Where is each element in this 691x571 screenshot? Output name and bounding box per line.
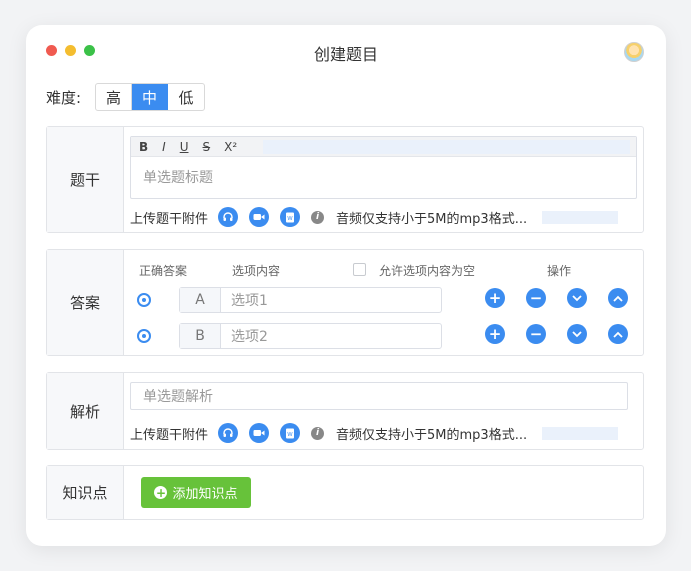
stem-upload-label: 上传题干附件 — [130, 211, 209, 227]
analysis-upload-progress-bar — [542, 426, 619, 440]
svg-text:W: W — [287, 216, 293, 222]
stem-upload-note: 音频仅支持小于5M的mp3格式... — [336, 211, 528, 227]
video-camera-icon[interactable] — [249, 207, 270, 227]
remove-option-button[interactable]: − — [526, 288, 546, 308]
difficulty-high-option[interactable]: 高 — [96, 84, 133, 110]
strikethrough-button[interactable]: S — [203, 140, 211, 154]
info-icon: i — [311, 426, 325, 440]
answer-option-row: B 选项2 + − — [124, 323, 643, 349]
plus-circle-icon: + — [154, 485, 168, 500]
difficulty-segmented-control: 高 中 低 — [95, 83, 206, 111]
option-a-input[interactable]: A 选项1 — [179, 287, 442, 313]
italic-button[interactable]: I — [162, 140, 166, 154]
difficulty-selector: 难度: 高 中 低 — [46, 83, 206, 111]
move-up-button[interactable] — [608, 288, 628, 308]
option-actions: + − — [485, 288, 628, 308]
document-icon[interactable]: W — [280, 207, 301, 227]
allow-empty-checkbox[interactable] — [353, 263, 366, 276]
stem-body: B I U S X² 单选题标题 上传题干附件 W i 音频仅支持小于5M的mp… — [124, 127, 643, 232]
answer-option-row: A 选项1 + − — [124, 287, 643, 313]
analysis-upload-row: 上传题干附件 W i 音频仅支持小于5M的mp3格式... — [130, 423, 619, 443]
window-title: 创建题目 — [313, 45, 378, 64]
info-icon: i — [311, 210, 325, 224]
difficulty-label: 难度: — [46, 88, 82, 107]
superscript-button[interactable]: X² — [224, 140, 237, 154]
analysis-body: 单选题解析 上传题干附件 W i 音频仅支持小于5M的mp3格式... — [124, 373, 643, 449]
user-avatar[interactable] — [624, 42, 644, 62]
add-option-button[interactable]: + — [485, 288, 505, 308]
option-b-input[interactable]: B 选项2 — [179, 323, 442, 349]
difficulty-medium-option[interactable]: 中 — [132, 84, 169, 110]
svg-text:W: W — [287, 432, 293, 438]
option-actions: + − — [485, 324, 628, 344]
stem-section: 题干 B I U S X² 单选题标题 上传题干附件 W i 音频仅支持小于5M… — [46, 126, 644, 233]
knowledge-label: 知识点 — [47, 466, 124, 519]
stem-upload-progress-bar — [542, 210, 619, 224]
stem-label: 题干 — [47, 127, 124, 232]
answer-body: 正确答案 选项内容 允许选项内容为空 操作 A 选项1 + − B 选项2 + … — [124, 250, 643, 355]
option-placeholder: 选项2 — [231, 329, 268, 345]
add-knowledge-label: 添加知识点 — [172, 487, 238, 502]
editor-toolbar: B I U S X² — [131, 137, 636, 157]
answer-section: 答案 正确答案 选项内容 允许选项内容为空 操作 A 选项1 + − B 选项2… — [46, 249, 644, 356]
analysis-input[interactable]: 单选题解析 — [130, 382, 628, 410]
document-icon[interactable]: W — [280, 423, 301, 443]
actions-header: 操作 — [547, 264, 572, 278]
analysis-placeholder: 单选题解析 — [143, 389, 213, 405]
analysis-upload-note: 音频仅支持小于5M的mp3格式... — [336, 427, 528, 443]
video-camera-icon[interactable] — [249, 423, 270, 443]
remove-option-button[interactable]: − — [526, 324, 546, 344]
correct-answer-radio-b[interactable] — [137, 329, 151, 343]
option-placeholder: 选项1 — [231, 293, 268, 309]
bold-button[interactable]: B — [139, 140, 148, 154]
stem-placeholder: 单选题标题 — [143, 170, 213, 186]
underline-button[interactable]: U — [180, 140, 189, 154]
analysis-label: 解析 — [47, 373, 124, 449]
move-down-button[interactable] — [567, 324, 587, 344]
answer-label: 答案 — [47, 250, 124, 355]
knowledge-section: 知识点 + 添加知识点 — [46, 465, 644, 520]
correct-answer-radio-a[interactable] — [137, 293, 151, 307]
toolbar-spacer — [263, 139, 630, 154]
knowledge-body: + 添加知识点 — [124, 466, 643, 519]
option-letter: A — [180, 288, 221, 312]
headphones-icon[interactable] — [218, 207, 239, 227]
headphones-icon[interactable] — [218, 423, 239, 443]
option-letter: B — [180, 324, 221, 348]
stem-rich-editor[interactable]: B I U S X² 单选题标题 — [130, 136, 637, 199]
difficulty-low-option[interactable]: 低 — [168, 84, 204, 110]
add-knowledge-point-button[interactable]: + 添加知识点 — [141, 477, 251, 508]
move-down-button[interactable] — [567, 288, 587, 308]
move-up-button[interactable] — [608, 324, 628, 344]
correct-answer-header: 正确答案 — [139, 264, 188, 278]
stem-upload-row: 上传题干附件 W i 音频仅支持小于5M的mp3格式... — [130, 207, 619, 227]
analysis-section: 解析 单选题解析 上传题干附件 W i 音频仅支持小于5M的mp3格式... — [46, 372, 644, 450]
option-content-header: 选项内容 — [232, 264, 281, 278]
create-question-window: 创建题目 难度: 高 中 低 题干 B I U S X² 单选题标题 上传题干附… — [26, 25, 666, 546]
allow-empty-label: 允许选项内容为空 — [379, 264, 476, 278]
analysis-upload-label: 上传题干附件 — [130, 427, 209, 443]
add-option-button[interactable]: + — [485, 324, 505, 344]
